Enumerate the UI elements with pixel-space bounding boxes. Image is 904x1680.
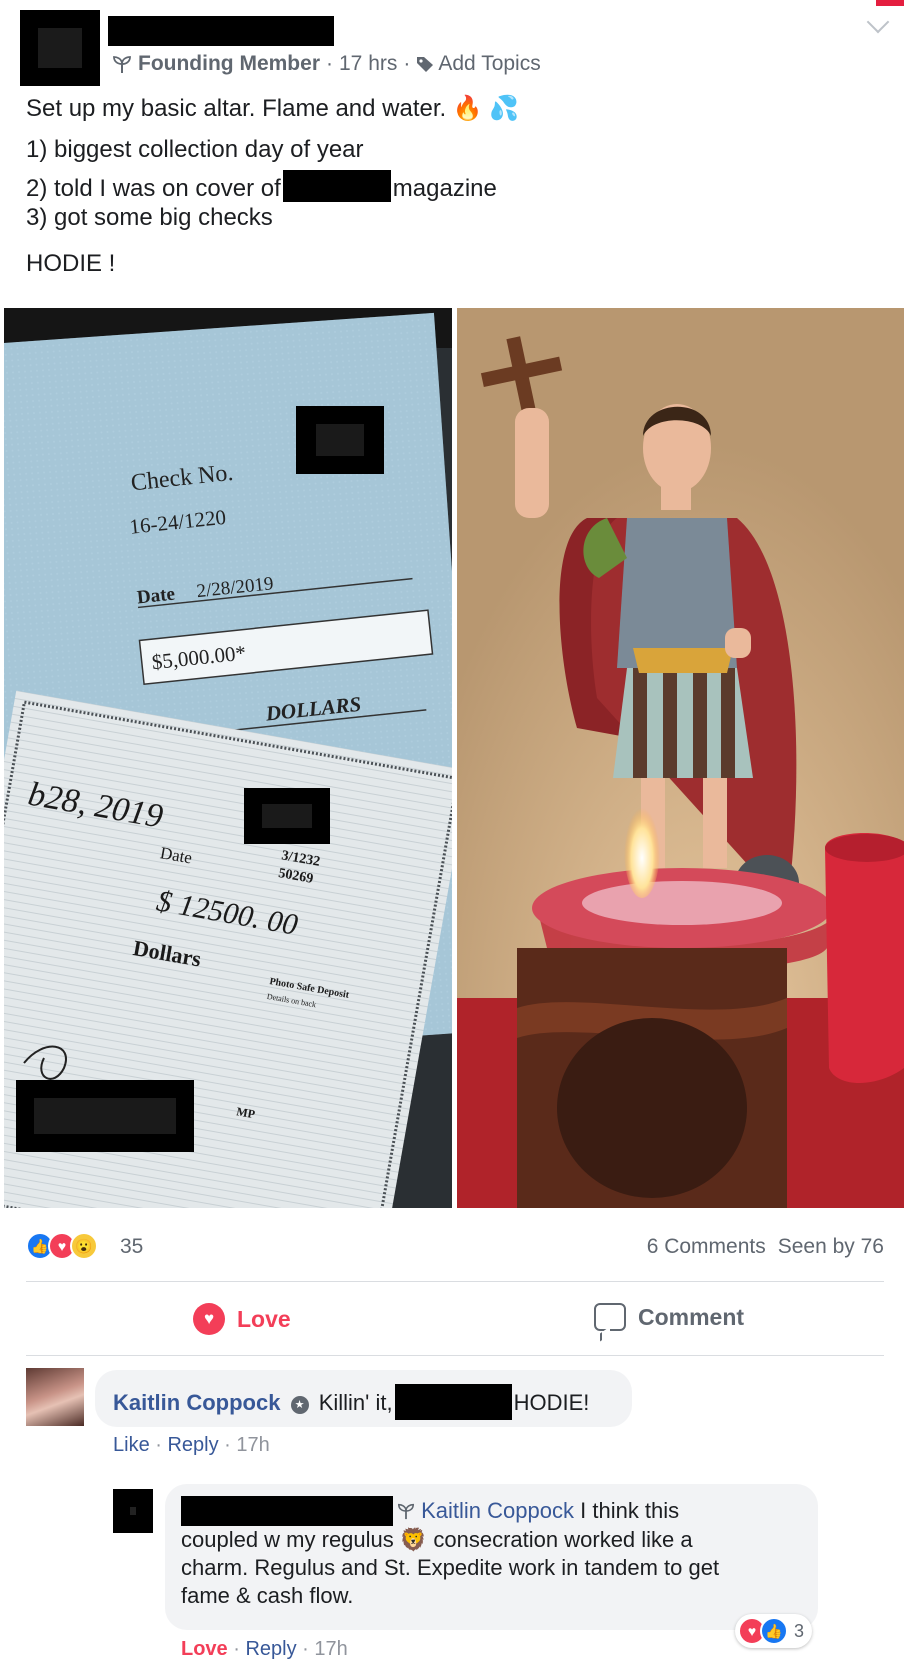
post-text-line-2: 1) biggest collection day of year: [26, 136, 364, 163]
chevron-down-icon[interactable]: [866, 10, 890, 34]
redaction-bar: [181, 1496, 393, 1526]
author-avatar-redacted[interactable]: [20, 10, 100, 86]
author-name-redacted[interactable]: [108, 16, 334, 46]
comment-actions: Like · Reply · 17h: [113, 1434, 270, 1456]
sprout-icon: [397, 1503, 415, 1520]
separator: ·: [403, 52, 411, 75]
post-stats-right: 6 Comments Seen by 76: [647, 1235, 884, 1259]
reply-love-link[interactable]: Love: [181, 1638, 228, 1660]
reply-reactions[interactable]: ♥ 👍 3: [735, 1614, 813, 1648]
reaction-stats: 👍 ♥ 😮 35 6 Comments Seen by 76: [26, 1232, 884, 1262]
reply-text-line-3: charm. Regulus and St. Expedite work in …: [181, 1555, 720, 1580]
altar-illustration: [457, 308, 904, 1208]
divider: [26, 1355, 884, 1356]
love-button-label: Love: [237, 1305, 291, 1332]
reply-mention-link[interactable]: Kaitlin Coppock: [421, 1498, 574, 1523]
comment-button-label: Comment: [638, 1303, 745, 1330]
verified-badge-icon: ★: [290, 1396, 309, 1414]
post-meta: Founding Member · 17 hrs · Add Topics: [112, 52, 541, 76]
thumbs-up-icon: 👍: [760, 1617, 788, 1645]
post-timestamp[interactable]: 17 hrs: [339, 52, 397, 76]
reply-timestamp[interactable]: 17h: [314, 1638, 347, 1660]
speech-bubble-icon: [594, 1303, 626, 1331]
post-card: Founding Member · 17 hrs · Add Topics Se…: [0, 0, 904, 1680]
post-text-line-3a: 2) told I was on cover of: [26, 175, 281, 202]
divider: [26, 1281, 884, 1282]
tag-icon: [417, 57, 434, 72]
reaction-icons[interactable]: 👍 ♥ 😮: [26, 1232, 98, 1260]
seen-by-link[interactable]: Seen by 76: [778, 1235, 884, 1258]
photo-checks[interactable]: Check No. 16-24/1220 Date 2/28/2019 $5,0…: [4, 308, 452, 1208]
reply-bubble: Kaitlin Coppock I think this coupled w m…: [165, 1484, 818, 1630]
comment-text-a: Killin' it,: [318, 1390, 393, 1415]
redaction-bar: [282, 170, 391, 202]
reply-text-line-4: fame & cash flow.: [181, 1583, 354, 1608]
redaction-bar: [394, 1384, 512, 1420]
reply-text-line-2: coupled w my regulus 🦁 consecration work…: [181, 1527, 693, 1552]
comment-button[interactable]: Comment: [594, 1303, 744, 1331]
add-topics-link[interactable]: Add Topics: [438, 52, 540, 76]
sprout-icon: [113, 56, 131, 73]
reaction-count[interactable]: 35: [120, 1235, 143, 1259]
post-text-line-4: 3) got some big checks: [26, 204, 273, 231]
separator: ·: [326, 52, 333, 75]
wow-face-icon: 😮: [70, 1232, 98, 1260]
reply-reply-link[interactable]: Reply: [245, 1638, 296, 1660]
comments-count-link[interactable]: 6 Comments: [647, 1235, 766, 1258]
comment-timestamp[interactable]: 17h: [236, 1434, 269, 1456]
love-button[interactable]: ♥ Love: [193, 1303, 291, 1335]
comment-author-link[interactable]: Kaitlin Coppock: [113, 1390, 280, 1415]
founding-member-badge[interactable]: Founding Member: [138, 52, 320, 76]
post-text-line-5: HODIE !: [26, 250, 116, 277]
post-text-line-3b: magazine: [392, 175, 497, 202]
photo-altar-statue[interactable]: [457, 308, 904, 1208]
comment-bubble: Kaitlin Coppock ★ Killin' it, HODIE!: [95, 1370, 632, 1427]
reply-actions: Love · Reply · 17h: [181, 1638, 348, 1660]
reply-text-line-1: I think this: [580, 1498, 680, 1523]
notification-badge: [876, 0, 904, 6]
post-actions: ♥ Love Comment: [26, 1285, 884, 1355]
comment-text-b: HODIE!: [513, 1390, 590, 1415]
heart-icon: ♥: [193, 1303, 225, 1335]
checks-illustration: Check No. 16-24/1220 Date 2/28/2019 $5,0…: [4, 308, 452, 1208]
post-text-line-1: Set up my basic altar. Flame and water. …: [26, 95, 520, 122]
reply-line-1: Kaitlin Coppock I think this: [181, 1496, 802, 1526]
reply-reaction-count: 3: [794, 1620, 805, 1641]
post-text-line-3: 2) told I was on cover of magazine: [26, 170, 497, 203]
comment-like-link[interactable]: Like: [113, 1434, 150, 1456]
reply-avatar-redacted[interactable]: [113, 1489, 153, 1533]
comment-reply-link[interactable]: Reply: [167, 1434, 218, 1456]
commenter-avatar[interactable]: [26, 1368, 84, 1426]
